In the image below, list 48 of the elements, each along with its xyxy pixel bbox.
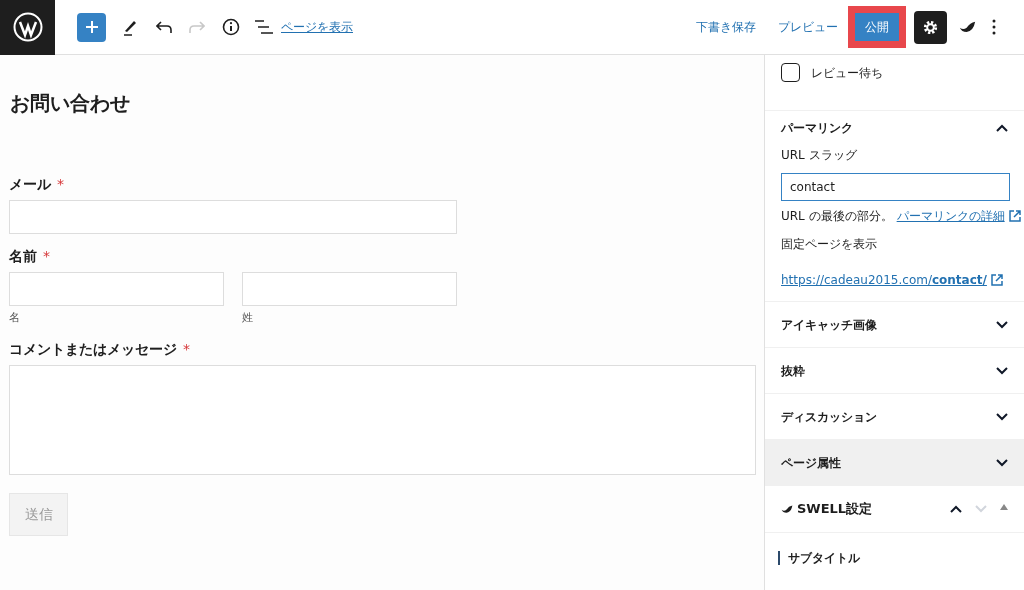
field-sublabel: 姓	[242, 310, 254, 326]
field-label: メール	[9, 175, 51, 194]
help-link[interactable]: パーマリンクの詳細	[896, 207, 1005, 225]
field-label: コメントまたはメッセージ	[9, 339, 177, 359]
checkbox-label: レビュー待ち	[811, 65, 883, 82]
collapse-icon[interactable]	[1000, 503, 1008, 510]
chevron-down-icon	[996, 366, 1008, 375]
publish-button[interactable]: 公開	[855, 13, 899, 41]
settings-icon	[922, 18, 939, 36]
bird-logo-icon	[781, 504, 793, 514]
slug-label: URL スラッグ	[781, 147, 858, 164]
list-view-icon[interactable]	[255, 20, 273, 34]
pencil-icon[interactable]	[122, 18, 138, 36]
info-icon[interactable]	[222, 18, 240, 36]
field-sublabel: 名	[9, 310, 21, 326]
preview-button[interactable]: プレビュー	[778, 18, 838, 36]
chevron-down-icon	[996, 320, 1008, 329]
section-title: サブタイトル	[778, 551, 860, 565]
required-mark: *	[57, 175, 64, 194]
undo-icon[interactable]	[156, 20, 172, 34]
chevron-up-icon	[996, 123, 1008, 132]
add-block-button[interactable]	[77, 12, 106, 42]
required-mark: *	[43, 247, 50, 266]
field-label: 名前	[9, 247, 37, 266]
page-title[interactable]: お問い合わせ	[10, 88, 764, 118]
wordpress-logo[interactable]	[0, 0, 55, 55]
panel-title: SWELL設定	[797, 500, 873, 519]
checkbox[interactable]	[781, 63, 800, 82]
panel-header[interactable]: パーマリンク	[781, 112, 1008, 142]
view-page-link[interactable]: ページを表示	[281, 18, 353, 36]
required-mark: *	[183, 339, 190, 359]
settings-button[interactable]	[914, 10, 947, 44]
slug-field[interactable]: contact	[781, 173, 1010, 201]
chevron-down-icon	[996, 458, 1008, 467]
save-draft-button[interactable]: 下書き保存	[696, 18, 756, 36]
move-up-icon	[950, 505, 962, 513]
chevron-down-icon	[996, 412, 1008, 421]
bird-logo-icon	[959, 21, 976, 33]
view-page-label: 固定ページを表示	[781, 236, 878, 253]
panel-header[interactable]: ページ属性	[765, 440, 1024, 486]
more-options-icon[interactable]	[992, 19, 996, 35]
external-link-icon	[990, 274, 1003, 286]
external-link-icon	[1008, 210, 1021, 222]
plus-icon	[85, 21, 98, 33]
page-url-link[interactable]: https://cadeau2015.com/contact/	[781, 271, 987, 289]
wordpress-logo-icon	[12, 12, 43, 42]
move-down-icon	[975, 505, 987, 513]
help-text: URL の最後の部分。	[781, 208, 893, 225]
